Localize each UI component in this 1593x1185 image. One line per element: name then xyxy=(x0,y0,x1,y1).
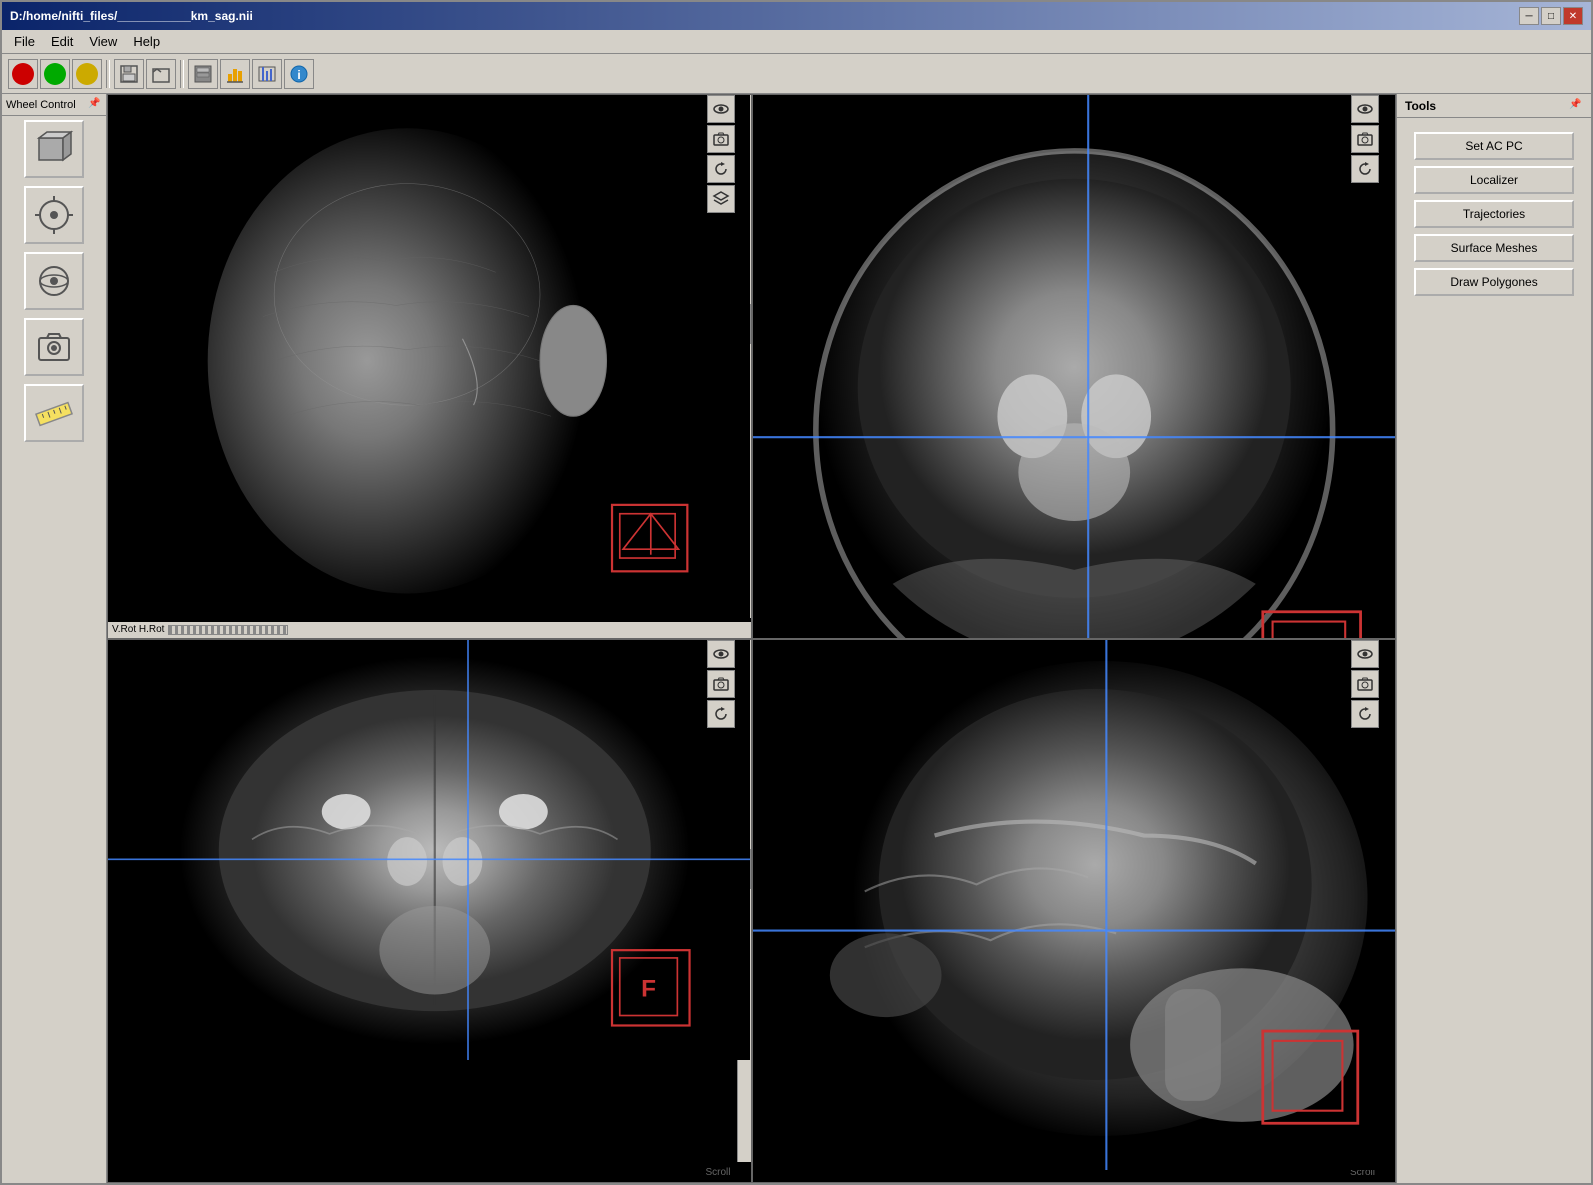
bar-chart-button[interactable] xyxy=(252,59,282,89)
right-panel: Tools 📌 Set AC PC Localizer Trajectories… xyxy=(1396,94,1591,1183)
toolbar-separator-2 xyxy=(180,60,184,88)
trajectories-button[interactable]: Trajectories xyxy=(1414,200,1574,228)
localizer-button[interactable]: Localizer xyxy=(1414,166,1574,194)
viewport-axial[interactable]: F xyxy=(107,639,752,1184)
set-ac-pc-button[interactable]: Set AC PC xyxy=(1414,132,1574,160)
vp-eye-btn-tr[interactable] xyxy=(1351,95,1379,123)
window-title: D:/home/nifti_files/___________km_sag.ni… xyxy=(10,9,253,23)
redo-button[interactable] xyxy=(72,59,102,89)
tools-buttons-container: Set AC PC Localizer Trajectories Surface… xyxy=(1397,118,1591,310)
svg-text:F: F xyxy=(641,975,656,1002)
maximize-button[interactable]: □ xyxy=(1541,7,1561,25)
toolbar: i xyxy=(2,54,1591,94)
vp-refresh-btn-tl[interactable] xyxy=(707,155,735,183)
rotate-tool[interactable] xyxy=(24,186,84,244)
main-window: D:/home/nifti_files/___________km_sag.ni… xyxy=(0,0,1593,1185)
screenshot-tool[interactable] xyxy=(24,318,84,376)
vp-toolbar-axial xyxy=(707,640,737,730)
wheel-control-pin[interactable]: 📌 xyxy=(88,98,102,112)
scroll-label-tl: Scroll xyxy=(705,609,730,620)
rot-label: V.Rot H.Rot xyxy=(112,624,164,635)
tools-pin[interactable]: 📌 xyxy=(1569,99,1583,113)
toolbar-separator-1 xyxy=(106,60,110,88)
bottom-viewports-row: F xyxy=(107,639,1396,1184)
tools-title: Tools xyxy=(1405,99,1436,113)
menu-file[interactable]: File xyxy=(6,32,43,51)
vp-refresh-btn-bl[interactable] xyxy=(707,700,735,728)
vp-vscroll-thumb-br[interactable] xyxy=(1383,849,1395,889)
scroll-label-tr: Scroll xyxy=(1350,623,1375,634)
vp-eye-btn-br[interactable] xyxy=(1351,640,1379,668)
menu-view[interactable]: View xyxy=(81,32,125,51)
tools-header: Tools 📌 xyxy=(1397,94,1591,118)
info-button[interactable]: i xyxy=(284,59,314,89)
vp-camera-btn-br[interactable] xyxy=(1351,670,1379,698)
viewports-area: V.Rot H.Rot Scroll xyxy=(107,94,1396,1183)
open-button[interactable] xyxy=(146,59,176,89)
vp-camera-btn-tl[interactable] xyxy=(707,125,735,153)
save-button[interactable] xyxy=(114,59,144,89)
vp-eye-btn-bl[interactable] xyxy=(707,640,735,668)
minimize-button[interactable]: ─ xyxy=(1519,7,1539,25)
vp-camera-btn-bl[interactable] xyxy=(707,670,735,698)
vp-vscroll-bl[interactable] xyxy=(737,640,751,1163)
vp-refresh-btn-tr[interactable] xyxy=(1351,155,1379,183)
vp-vscroll-tr[interactable] xyxy=(1381,95,1395,618)
stop-button[interactable] xyxy=(8,59,38,89)
menu-help[interactable]: Help xyxy=(125,32,168,51)
main-content: Wheel Control 📌 xyxy=(2,94,1591,1183)
window-controls: ─ □ ✕ xyxy=(1519,7,1583,25)
viewport-3d-head[interactable]: V.Rot H.Rot Scroll xyxy=(107,94,752,639)
viewport-sagittal[interactable]: Scroll xyxy=(752,639,1397,1184)
left-panel: Wheel Control 📌 xyxy=(2,94,107,1183)
3d-view-tool[interactable] xyxy=(24,120,84,178)
svg-text:i: i xyxy=(297,68,300,82)
vp-layers-btn-tl[interactable] xyxy=(707,185,735,213)
vp-vscroll-br[interactable] xyxy=(1381,640,1395,1163)
ruler-tool[interactable] xyxy=(24,384,84,442)
viewport-coronal[interactable]: A xyxy=(752,94,1397,639)
rot-bar: V.Rot H.Rot xyxy=(108,622,751,638)
vp-toolbar-coronal xyxy=(1351,95,1381,185)
top-viewports-row: V.Rot H.Rot Scroll xyxy=(107,94,1396,639)
draw-polygones-button[interactable]: Draw Polygones xyxy=(1414,268,1574,296)
close-button[interactable]: ✕ xyxy=(1563,7,1583,25)
vp-camera-btn-tr[interactable] xyxy=(1351,125,1379,153)
wheel-control-title: Wheel Control xyxy=(6,99,76,111)
wheel-control-header: Wheel Control 📌 xyxy=(2,94,106,116)
scroll-label-bl: Scroll xyxy=(705,1167,730,1178)
orbit-tool[interactable] xyxy=(24,252,84,310)
vp-vscroll-thumb-bl[interactable] xyxy=(739,849,751,889)
vp-vscroll-thumb-tl[interactable] xyxy=(739,304,751,344)
undo-button[interactable] xyxy=(40,59,70,89)
vp-toolbar-sagittal xyxy=(1351,640,1381,730)
surface-meshes-button[interactable]: Surface Meshes xyxy=(1414,234,1574,262)
rot-slider[interactable] xyxy=(168,625,288,635)
layers-button[interactable] xyxy=(188,59,218,89)
menu-bar: File Edit View Help xyxy=(2,30,1591,54)
vp-vscroll-tl[interactable] xyxy=(737,95,751,618)
vp-refresh-btn-br[interactable] xyxy=(1351,700,1379,728)
menu-edit[interactable]: Edit xyxy=(43,32,81,51)
chart-button[interactable] xyxy=(220,59,250,89)
title-bar: D:/home/nifti_files/___________km_sag.ni… xyxy=(2,2,1591,30)
vp-eye-btn-tl[interactable] xyxy=(707,95,735,123)
vp-toolbar-3d xyxy=(707,95,737,215)
vp-vscroll-thumb-tr[interactable] xyxy=(1383,304,1395,344)
scroll-label-br: Scroll xyxy=(1350,1167,1375,1178)
